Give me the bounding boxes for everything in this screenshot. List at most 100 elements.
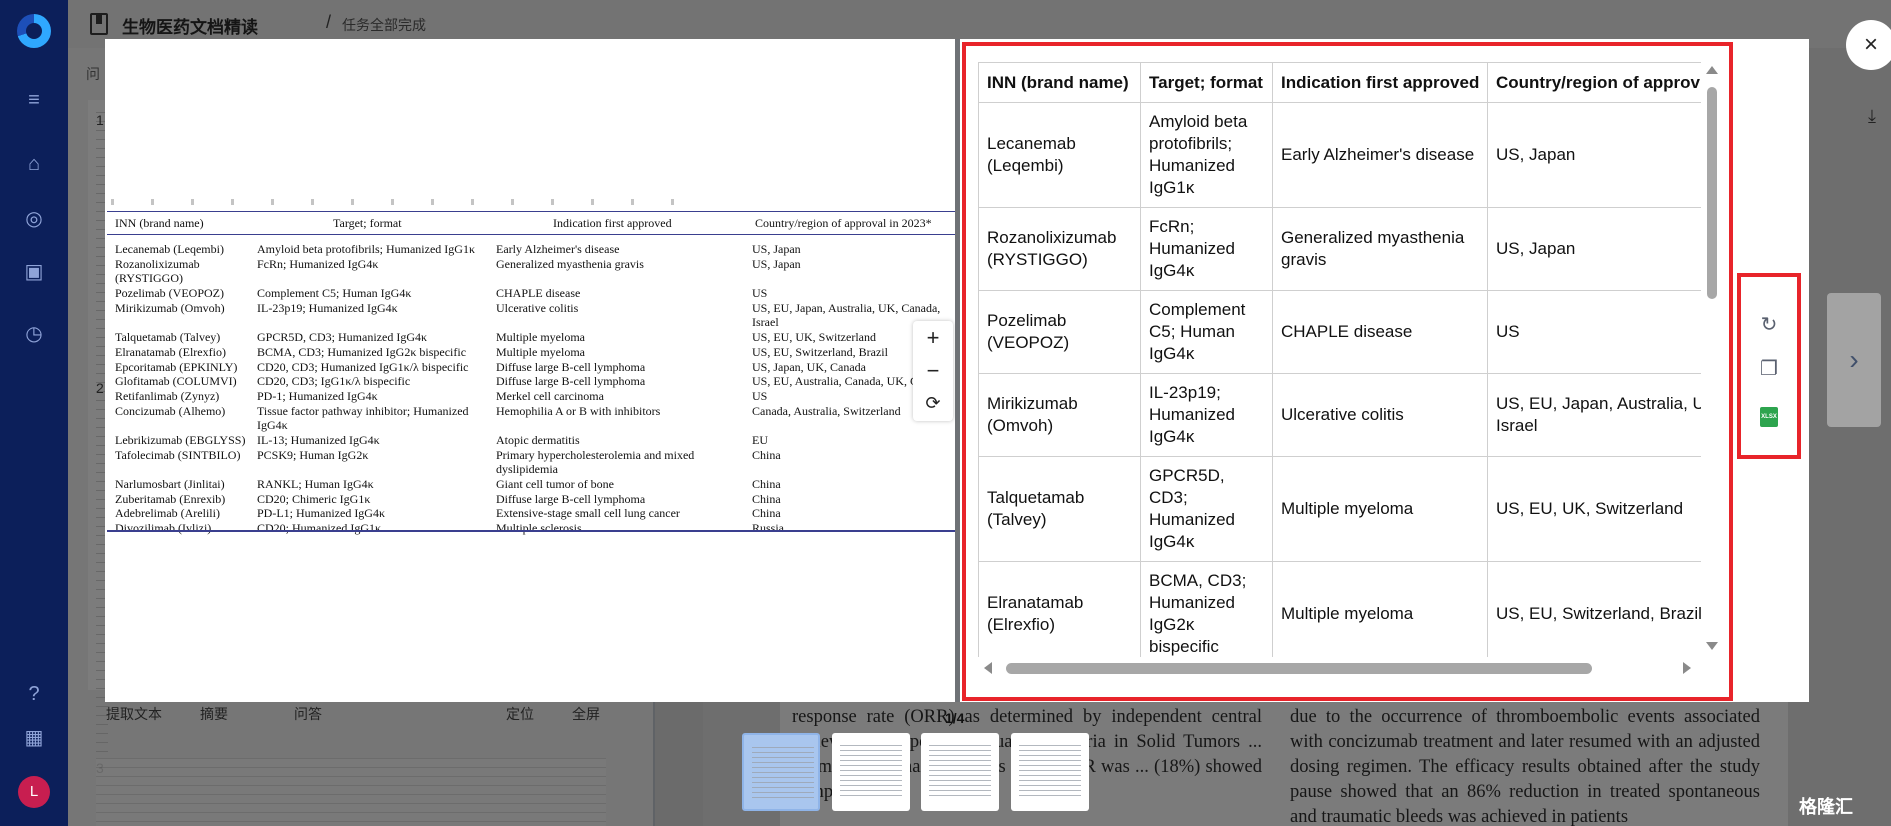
source-table-cell: Diffuse large B-cell lymphoma <box>496 491 646 506</box>
extracted-table-cell[interactable]: Ulcerative colitis <box>1272 373 1488 457</box>
source-table-cell: US <box>752 388 768 403</box>
scroll-down-arrow[interactable] <box>1706 642 1718 650</box>
extracted-table-cell[interactable]: US, EU, Switzerland, Brazil <box>1487 561 1701 657</box>
extracted-table-cell[interactable]: Pozelimab (VEOPOZ) <box>978 290 1141 374</box>
help-icon[interactable]: ? <box>20 680 48 708</box>
close-viewer-button[interactable]: × <box>1846 20 1891 70</box>
extracted-table-row: Rozanolixizumab (RYSTIGGO) FcRn; Humanize… <box>978 207 1701 291</box>
source-table-cell: Talquetamab (Talvey) <box>115 330 221 345</box>
history-icon[interactable]: ◷ <box>20 320 48 348</box>
extracted-header-cell[interactable]: Target; format <box>1140 62 1273 103</box>
extracted-table-cell[interactable]: Generalized myasthenia gravis <box>1272 207 1488 291</box>
horizontal-scrollbar[interactable] <box>978 660 1701 676</box>
fullscreen-button[interactable]: 全屏 <box>572 704 600 724</box>
extracted-table-cell[interactable]: FcRn; Humanized IgG4κ <box>1140 207 1273 291</box>
page-thumbnail[interactable] <box>921 733 999 811</box>
page-thumbnail[interactable] <box>742 733 820 811</box>
source-table-row: dyslipidemia <box>107 462 955 477</box>
page-thumbnail[interactable] <box>1011 733 1089 811</box>
extract-text-button[interactable]: 提取文本 <box>106 704 162 724</box>
page-thumbnail[interactable] <box>832 733 910 811</box>
extracted-table-cell[interactable]: Mirikizumab (Omvoh) <box>978 373 1141 457</box>
extracted-table-cell[interactable]: US, Japan <box>1487 207 1701 291</box>
source-table-row: Rozanolixizumab FcRn; Humanized IgG4κ Gene… <box>107 257 955 272</box>
zoom-out-button[interactable]: − <box>913 354 953 387</box>
extracted-header-cell[interactable]: INN (brand name) <box>978 62 1141 103</box>
scroll-left-arrow[interactable] <box>984 662 992 674</box>
extracted-table-cell[interactable]: BCMA, CD3; Humanized IgG2κ bispecific <box>1140 561 1273 657</box>
source-table-cell: China <box>752 491 781 506</box>
locate-button[interactable]: 定位 <box>506 704 534 724</box>
source-table-cell: Retifanlimab (Zynyz) <box>115 388 220 403</box>
extracted-table-cell[interactable]: CHAPLE disease <box>1272 290 1488 374</box>
source-table-cell: Glofitamab (COLUMVI) <box>115 374 237 389</box>
source-table-row: Elranatamab (Elrexfio) BCMA, CD3; Humaniz… <box>107 345 955 360</box>
collapse-menu-icon[interactable]: ≡ <box>20 86 48 114</box>
extracted-table-cell[interactable]: US, EU, UK, Switzerland <box>1487 456 1701 562</box>
extracted-table-header-row: INN (brand name) Target; format Indicati… <box>978 62 1701 103</box>
refresh-icon[interactable]: ↻ <box>1757 313 1781 337</box>
table-action-toolbar: ↻ ❐ XLSX <box>1737 273 1801 459</box>
extracted-table-cell[interactable]: Amyloid beta protofibrils; Humanized IgG… <box>1140 102 1273 208</box>
source-table-cell: US, Japan, UK, Canada <box>752 359 866 374</box>
extracted-table-row: Pozelimab (VEOPOZ) Complement C5; Human I… <box>978 290 1701 374</box>
summary-button[interactable]: 摘要 <box>200 704 228 724</box>
home-icon[interactable]: ⌂ <box>20 150 48 178</box>
extracted-table-cell[interactable]: IL-23p19; Humanized IgG4κ <box>1140 373 1273 457</box>
vertical-scroll-thumb[interactable] <box>1707 87 1717 299</box>
extracted-table-cell[interactable]: GPCR5D, CD3; Humanized IgG4κ <box>1140 456 1273 562</box>
documents-icon[interactable]: ▣ <box>20 258 48 286</box>
source-table-cell: Giant cell tumor of bone <box>496 477 614 491</box>
scroll-up-arrow[interactable] <box>1706 66 1718 74</box>
source-table-body: Lecanemab (Leqembi) Amyloid beta protofib… <box>107 242 955 536</box>
source-table-cell: US, EU, UK, Switzerland <box>752 330 876 345</box>
source-table-cell: Extensive-stage small cell lung cancer <box>496 506 680 521</box>
extracted-table-cell[interactable]: Multiple myeloma <box>1272 456 1488 562</box>
xlsx-icon[interactable]: XLSX <box>1760 407 1778 427</box>
source-table-cell: Pozelimab (VEOPOZ) <box>115 286 224 301</box>
app-logo-icon[interactable] <box>17 14 51 48</box>
qa-button[interactable]: 问答 <box>294 704 322 724</box>
copy-icon[interactable]: ❐ <box>1757 357 1781 381</box>
extracted-table-cell[interactable]: Talquetamab (Talvey) <box>978 456 1141 562</box>
source-table-cell: Canada, Australia, Switzerland <box>752 403 901 418</box>
source-table-cell: dyslipidemia <box>496 462 558 477</box>
extracted-table-cell[interactable]: US, EU, Japan, Australia, UK, Israel <box>1487 373 1701 457</box>
source-table-row: Narlumosbart (Jinlitai) RANKL; Human IgG4… <box>107 477 955 492</box>
source-table-cell: IL-23p19; Humanized IgG4κ <box>257 300 398 315</box>
extracted-table-cell[interactable]: Early Alzheimer's disease <box>1272 102 1488 208</box>
horizontal-scroll-thumb[interactable] <box>1006 663 1592 674</box>
section-number: 2 <box>96 380 104 396</box>
extracted-table-cell[interactable]: Rozanolixizumab (RYSTIGGO) <box>978 207 1141 291</box>
page-title: 生物医药文档精读 <box>122 18 258 37</box>
extracted-table-cell[interactable]: US, Japan <box>1487 102 1701 208</box>
rotate-icon[interactable]: ⟳ <box>913 387 953 420</box>
extracted-header-cell[interactable]: Country/region of approv <box>1487 62 1701 103</box>
extracted-table-cell[interactable]: Elranatamab (Elrexfio) <box>978 561 1141 657</box>
source-table-cell: Multiple myeloma <box>496 344 585 359</box>
source-header-cell: Country/region of approval in 2023* <box>755 216 932 230</box>
extracted-table-cell[interactable]: Complement C5; Human IgG4κ <box>1140 290 1273 374</box>
source-table-cell: Lecanemab (Leqembi) <box>115 242 224 256</box>
extracted-table-cell[interactable]: US <box>1487 290 1701 374</box>
apps-grid-icon[interactable]: ▦ <box>20 724 48 752</box>
source-table-cell: Russia <box>752 521 785 536</box>
next-page-button[interactable]: › <box>1827 293 1881 427</box>
breadcrumb-separator: / <box>326 12 332 32</box>
source-table-cell: PD-1; Humanized IgG4κ <box>257 388 378 403</box>
scroll-right-arrow[interactable] <box>1683 662 1691 674</box>
thumbnail-lines <box>1019 745 1081 799</box>
extracted-table: INN (brand name) Target; format Indicati… <box>978 62 1701 657</box>
extracted-header-cell[interactable]: Indication first approved <box>1272 62 1488 103</box>
broadcast-icon[interactable]: ◎ <box>20 205 48 233</box>
extracted-table-cell[interactable]: Multiple myeloma <box>1272 561 1488 657</box>
user-avatar[interactable]: L <box>18 776 50 808</box>
download-icon[interactable]: ⤓ <box>1868 106 1876 127</box>
source-table-cell: Rozanolixizumab <box>115 256 200 271</box>
zoom-in-button[interactable]: + <box>913 321 953 354</box>
extracted-table-viewport[interactable]: INN (brand name) Target; format Indicati… <box>978 62 1701 657</box>
extracted-table-cell[interactable]: Lecanemab (Leqembi) <box>978 102 1141 208</box>
source-table-cell: Diffuse large B-cell lymphoma <box>496 359 646 374</box>
vertical-scrollbar[interactable] <box>1704 62 1720 657</box>
source-table-row: Israel <box>107 315 955 330</box>
